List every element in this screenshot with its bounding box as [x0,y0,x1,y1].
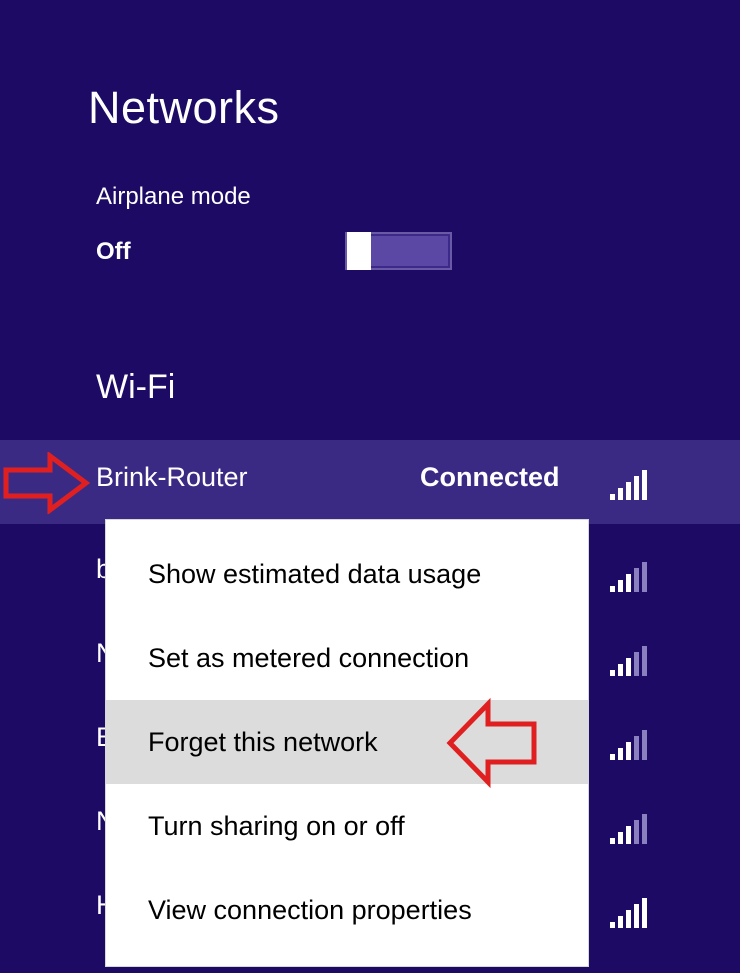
signal-bars-icon [610,730,647,760]
menu-item-show-data-usage[interactable]: Show estimated data usage [106,532,588,616]
toggle-thumb[interactable] [347,232,371,270]
airplane-mode-label: Airplane mode [96,183,251,210]
menu-item-set-metered[interactable]: Set as metered connection [106,616,588,700]
wifi-heading: Wi-Fi [96,368,176,406]
signal-bars-icon [610,470,647,500]
menu-item-view-properties[interactable]: View connection properties [106,868,588,952]
connection-status: Connected [420,462,560,492]
network-row-connected[interactable]: Brink-Router Connected [0,440,740,524]
signal-bars-icon [610,814,647,844]
network-ssid: Brink-Router [96,462,248,492]
signal-bars-icon [610,562,647,592]
airplane-mode-state: Off [96,238,131,265]
page-title: Networks [88,82,280,133]
red-outline-arrow-icon [3,452,90,514]
menu-item-turn-sharing[interactable]: Turn sharing on or off [106,784,588,868]
networks-panel: Networks Airplane mode Off Wi-Fi Brink-R… [0,0,740,973]
airplane-mode-toggle[interactable] [345,232,452,270]
toggle-track [371,236,448,266]
signal-bars-icon [610,898,647,928]
signal-bars-icon [610,646,647,676]
red-outline-arrow-icon [446,698,537,788]
